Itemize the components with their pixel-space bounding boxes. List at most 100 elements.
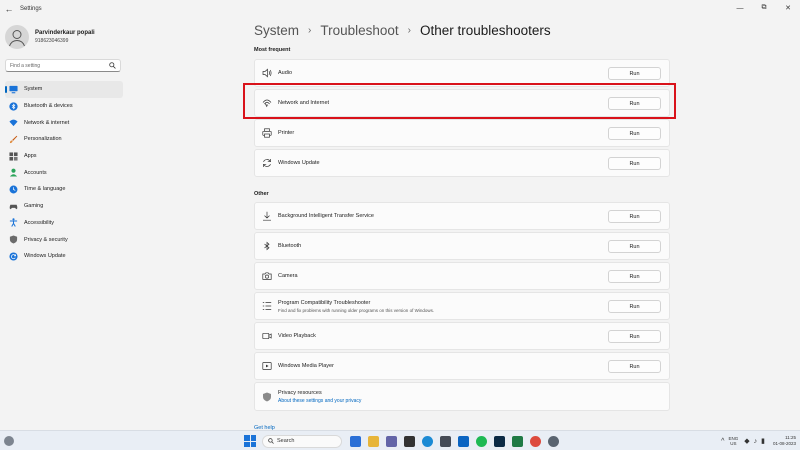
store-icon[interactable] <box>439 435 451 447</box>
download-icon <box>261 211 272 222</box>
sidebar-item-accounts[interactable]: Accounts <box>5 164 123 181</box>
volume-icon[interactable]: ♪ <box>754 438 758 445</box>
chrome-icon[interactable] <box>529 435 541 447</box>
wifi-icon[interactable]: ◆ <box>744 437 749 445</box>
sidebar-item-windows-update[interactable]: Windows Update <box>5 248 123 265</box>
search-input[interactable] <box>10 62 109 69</box>
sidebar-item-apps[interactable]: Apps <box>5 148 123 165</box>
sidebar-item-label: Bluetooth & devices <box>24 103 73 110</box>
sidebar-item-label: Privacy & security <box>24 236 68 243</box>
taskbar-search[interactable]: Search <box>262 434 342 448</box>
troubleshooter-row-camera: Camera Run <box>254 262 670 290</box>
sidebar-item-network[interactable]: Network & internet <box>5 114 123 131</box>
bluetooth-icon <box>9 101 18 111</box>
task-view-icon[interactable] <box>403 435 415 447</box>
privacy-resources: Privacy resources About these settings a… <box>254 382 670 411</box>
run-button-video-playback[interactable]: Run <box>608 330 661 343</box>
media-player-icon <box>261 361 272 372</box>
troubleshooter-row-bluetooth: Bluetooth Run <box>254 232 670 260</box>
taskbar: Search ^ ENG US ◆ ♪ ▮ 11:25 01-08-2023 <box>0 430 800 450</box>
battery-icon[interactable]: ▮ <box>761 437 765 445</box>
close-button[interactable]: ✕ <box>776 0 800 16</box>
accounts-icon <box>9 168 18 177</box>
sidebar-item-privacy[interactable]: Privacy & security <box>5 231 123 248</box>
speaker-icon <box>261 68 272 79</box>
user-icon <box>9 30 25 47</box>
photoshop-icon[interactable] <box>493 435 505 447</box>
sidebar-item-system[interactable]: System <box>5 81 123 98</box>
minimize-button[interactable]: — <box>728 0 752 16</box>
sidebar-item-label: Accessibility <box>24 219 54 226</box>
lang-bottom: US <box>730 441 737 446</box>
run-button-media-player[interactable]: Run <box>608 360 661 373</box>
page-title: Other troubleshooters <box>420 23 551 38</box>
printer-icon <box>261 128 272 139</box>
apps-icon <box>9 152 18 161</box>
profile-sub: 918623046399 <box>35 38 69 44</box>
search-icon <box>109 62 116 69</box>
sidebar-item-accessibility[interactable]: Accessibility <box>5 215 123 232</box>
clock[interactable]: 11:25 01-08-2023 <box>773 435 796 447</box>
sidebar-item-label: Windows Update <box>24 253 66 260</box>
language-indicator[interactable]: ENG US <box>728 436 738 447</box>
highlight-annotation <box>243 83 676 119</box>
system-tray: ^ ENG US ◆ ♪ ▮ 11:25 01-08-2023 <box>721 433 796 449</box>
taskbar-search-label: Search <box>277 438 295 444</box>
profile-name: Parvinderkaur popali <box>35 30 95 36</box>
edge-copilot-icon[interactable] <box>349 435 361 447</box>
sidebar-item-gaming[interactable]: Gaming <box>5 198 123 215</box>
run-button-bits[interactable]: Run <box>608 210 661 223</box>
sidebar-item-time-language[interactable]: Time & language <box>5 181 123 198</box>
edge-icon[interactable] <box>421 435 433 447</box>
run-button-camera[interactable]: Run <box>608 270 661 283</box>
widgets-icon[interactable] <box>4 436 14 446</box>
update-icon <box>9 252 18 261</box>
settings-icon[interactable] <box>547 435 559 447</box>
camera-icon <box>261 271 272 282</box>
profile[interactable]: Parvinderkaur popali 918623046399 <box>5 25 95 49</box>
run-button-printer[interactable]: Run <box>608 127 661 140</box>
back-arrow-icon[interactable]: ← <box>0 0 18 18</box>
breadcrumb: System › Troubleshoot › Other troublesho… <box>254 23 551 38</box>
clock-date: 01-08-2023 <box>772 441 796 446</box>
privacy-link[interactable]: About these settings and your privacy <box>278 398 669 404</box>
window-controls: — ⧉ ✕ <box>728 0 800 16</box>
run-button-audio[interactable]: Run <box>608 67 661 80</box>
sidebar-item-label: Time & language <box>24 186 66 193</box>
spotify-icon[interactable] <box>475 435 487 447</box>
file-explorer-icon[interactable] <box>367 435 379 447</box>
sidebar-item-label: Accounts <box>24 169 47 176</box>
avatar <box>5 25 29 49</box>
troubleshooter-row-printer: Printer Run <box>254 119 670 147</box>
window-title: Settings <box>20 6 42 12</box>
accessibility-icon <box>9 218 18 228</box>
video-icon <box>261 331 272 342</box>
privacy-title: Privacy resources <box>278 389 322 396</box>
mail-icon[interactable] <box>457 435 469 447</box>
sidebar-item-bluetooth[interactable]: Bluetooth & devices <box>5 98 123 115</box>
breadcrumb-troubleshoot[interactable]: Troubleshoot <box>320 23 398 38</box>
search-box[interactable] <box>5 59 121 72</box>
section-title-most-frequent: Most frequent <box>254 47 291 53</box>
breadcrumb-system[interactable]: System <box>254 23 299 38</box>
windows-start-icon[interactable] <box>244 435 256 447</box>
chevron-up-icon[interactable]: ^ <box>721 438 724 445</box>
bluetooth-icon <box>261 241 272 252</box>
teams-icon[interactable] <box>385 435 397 447</box>
troubleshooter-row-program-compatibility: Program Compatibility Troubleshooter Fin… <box>254 292 670 320</box>
sidebar-item-label: Network & internet <box>24 119 70 126</box>
sidebar-item-label: Apps <box>24 153 37 160</box>
run-button-bluetooth[interactable]: Run <box>608 240 661 253</box>
excel-icon[interactable] <box>511 435 523 447</box>
troubleshooter-row-video-playback: Video Playback Run <box>254 322 670 350</box>
taskbar-center: Search <box>244 433 562 449</box>
sidebar-nav: System Bluetooth & devices Network & int… <box>5 81 123 265</box>
run-button-windows-update[interactable]: Run <box>608 157 661 170</box>
sidebar-item-personalization[interactable]: Personalization <box>5 131 123 148</box>
shield-icon <box>261 391 272 402</box>
maximize-button[interactable]: ⧉ <box>752 0 776 16</box>
troubleshooter-row-media-player: Windows Media Player Run <box>254 352 670 380</box>
sidebar-item-label: Gaming <box>24 203 44 210</box>
run-button-program-compatibility[interactable]: Run <box>608 300 661 313</box>
sidebar-item-label: Personalization <box>24 136 62 143</box>
